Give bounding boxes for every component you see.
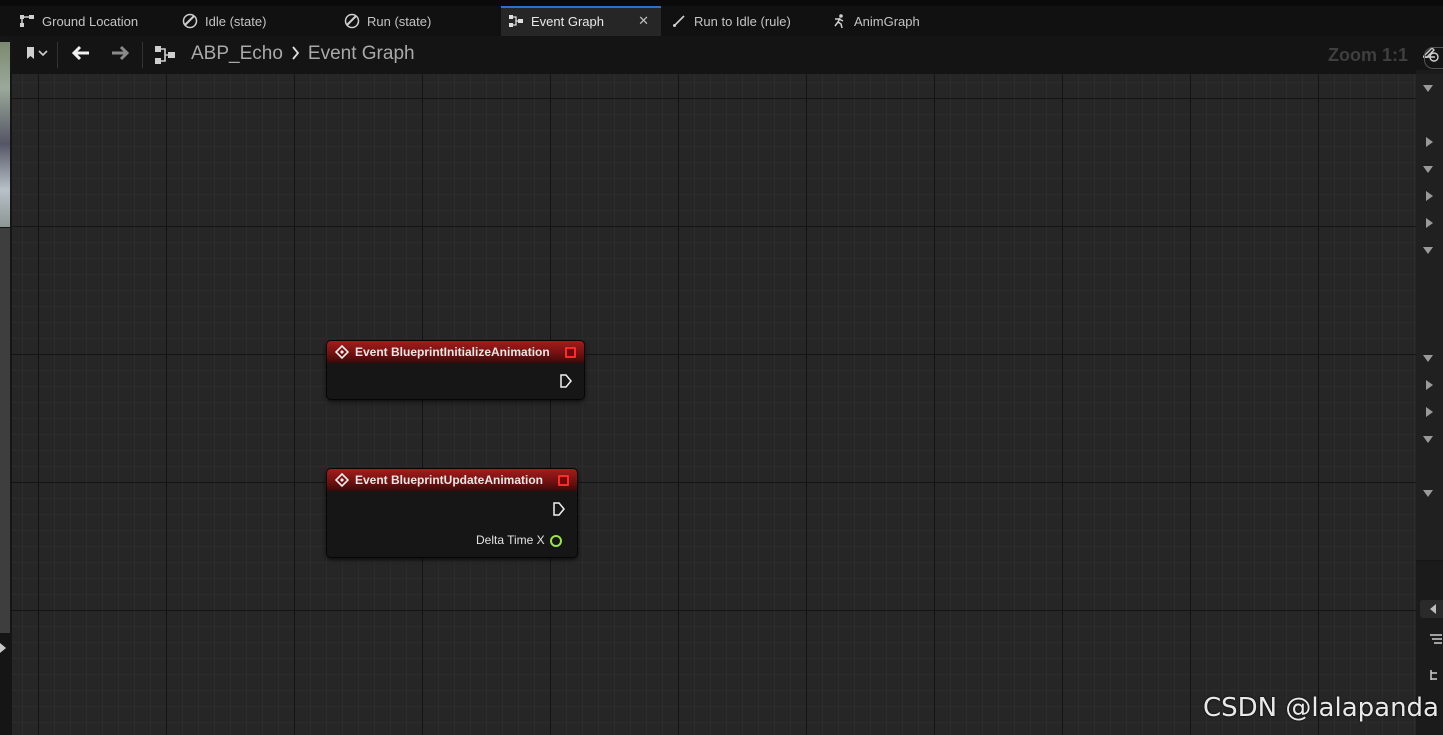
- anim-graph-icon: [830, 12, 848, 30]
- output-delegate-pin[interactable]: [565, 347, 576, 358]
- document-tab-bar: Ground Location Idle (state) Run (state)…: [0, 0, 1443, 36]
- expand-arrow-icon[interactable]: [0, 643, 6, 653]
- filter-icon[interactable]: [1428, 632, 1442, 646]
- chevron-right-icon: [291, 44, 300, 65]
- property-row[interactable]: [1416, 209, 1443, 237]
- breadcrumb: ABP_Echo Event Graph: [191, 43, 415, 65]
- expand-icon: [1426, 137, 1433, 147]
- exec-output-pin-icon[interactable]: [552, 502, 566, 516]
- property-row[interactable]: [1416, 263, 1443, 291]
- category-row[interactable]: [1416, 425, 1443, 453]
- bookmark-icon: [24, 46, 50, 65]
- expand-icon: [1426, 218, 1433, 228]
- collapse-icon: [1423, 436, 1433, 443]
- graph-type-icon: [152, 42, 178, 68]
- event-icon: [335, 345, 349, 359]
- breadcrumb-current[interactable]: Event Graph: [308, 43, 415, 65]
- delta-time-label: Delta Time X: [476, 533, 545, 547]
- transition-rule-icon: [670, 12, 688, 30]
- collapse-icon: [1423, 490, 1433, 497]
- background-thumbnail: [0, 42, 10, 227]
- property-row[interactable]: [1416, 290, 1443, 318]
- left-window-edge: [0, 36, 12, 735]
- node-title: Event BlueprintUpdateAnimation: [355, 473, 544, 487]
- event-icon: [335, 473, 349, 487]
- breadcrumb-root[interactable]: ABP_Echo: [191, 43, 283, 65]
- collapse-icon: [1423, 166, 1433, 173]
- update-animation-node[interactable]: Event BlueprintUpdateAnimation Delta Tim…: [326, 468, 578, 558]
- property-row[interactable]: [1416, 506, 1443, 534]
- node-header[interactable]: Event BlueprintUpdateAnimation: [327, 469, 577, 491]
- collapse-icon: [1423, 247, 1433, 254]
- expand-icon: [1426, 191, 1433, 201]
- tab-label: AnimGraph: [854, 13, 920, 29]
- property-row[interactable]: [1416, 371, 1443, 399]
- tab-label: Event Graph: [531, 13, 604, 29]
- details-panel: [1416, 36, 1443, 735]
- category-row[interactable]: [1416, 344, 1443, 372]
- bookmark-dropdown-button[interactable]: [20, 42, 54, 68]
- tab-ground-location[interactable]: Ground Location: [0, 6, 160, 36]
- graph-icon: [18, 12, 36, 30]
- exec-output-pin-icon[interactable]: [559, 374, 573, 388]
- tab-run-to-idle-rule[interactable]: Run to Idle (rule): [652, 6, 822, 36]
- property-row[interactable]: [1416, 128, 1443, 156]
- forward-button[interactable]: [106, 42, 134, 68]
- close-icon[interactable]: ✕: [638, 13, 649, 29]
- state-icon: [181, 12, 199, 30]
- search-input[interactable]: [1424, 47, 1443, 69]
- arrow-left-icon: [71, 45, 91, 66]
- category-row[interactable]: [1416, 479, 1443, 507]
- graph-toolbar: ABP_Echo Event Graph Zoom 1:1: [12, 36, 1416, 74]
- tab-label: Run (state): [367, 13, 432, 29]
- tab-event-graph[interactable]: Event Graph ✕: [501, 6, 661, 36]
- property-row[interactable]: [1416, 317, 1443, 345]
- toolbar-divider: [57, 42, 58, 68]
- category-row[interactable]: [1416, 236, 1443, 264]
- chevron-left-icon: [1430, 604, 1436, 614]
- search-icon: [1429, 52, 1439, 62]
- state-icon: [343, 12, 361, 30]
- category-row[interactable]: [1416, 155, 1443, 183]
- watermark-text: CSDN @lalapanda: [1202, 693, 1439, 723]
- tab-label: Run to Idle (rule): [694, 13, 791, 29]
- expand-icon: [1426, 380, 1433, 390]
- collapse-icon: [1423, 85, 1433, 92]
- node-header[interactable]: Event BlueprintInitializeAnimation: [327, 341, 584, 363]
- scroll-left-button[interactable]: [1420, 600, 1443, 618]
- arrow-right-icon: [110, 45, 130, 66]
- tab-run-state[interactable]: Run (state): [325, 6, 500, 36]
- tree-icon[interactable]: [1428, 668, 1442, 682]
- toolbar-divider: [142, 42, 143, 68]
- tab-anim-graph[interactable]: AnimGraph: [812, 6, 972, 36]
- tab-label: Idle (state): [205, 13, 267, 29]
- property-row[interactable]: [1416, 533, 1443, 561]
- delta-time-float-pin[interactable]: [550, 535, 562, 547]
- event-graph-canvas[interactable]: Event BlueprintInitializeAnimation Event…: [12, 74, 1416, 735]
- event-graph-icon: [507, 12, 525, 30]
- property-row[interactable]: [1416, 101, 1443, 129]
- category-row[interactable]: [1416, 74, 1443, 102]
- property-row[interactable]: [1416, 452, 1443, 480]
- back-button[interactable]: [67, 42, 95, 68]
- expand-icon: [1426, 407, 1433, 417]
- tab-idle-state[interactable]: Idle (state): [163, 6, 323, 36]
- left-scroll-edge: [0, 228, 10, 633]
- property-row[interactable]: [1416, 398, 1443, 426]
- initialize-animation-node[interactable]: Event BlueprintInitializeAnimation: [326, 340, 585, 400]
- collapse-icon: [1423, 355, 1433, 362]
- tab-label: Ground Location: [42, 13, 139, 29]
- output-delegate-pin[interactable]: [558, 475, 569, 486]
- zoom-level: Zoom 1:1: [1327, 45, 1408, 65]
- node-title: Event BlueprintInitializeAnimation: [355, 345, 550, 359]
- property-row[interactable]: [1416, 182, 1443, 210]
